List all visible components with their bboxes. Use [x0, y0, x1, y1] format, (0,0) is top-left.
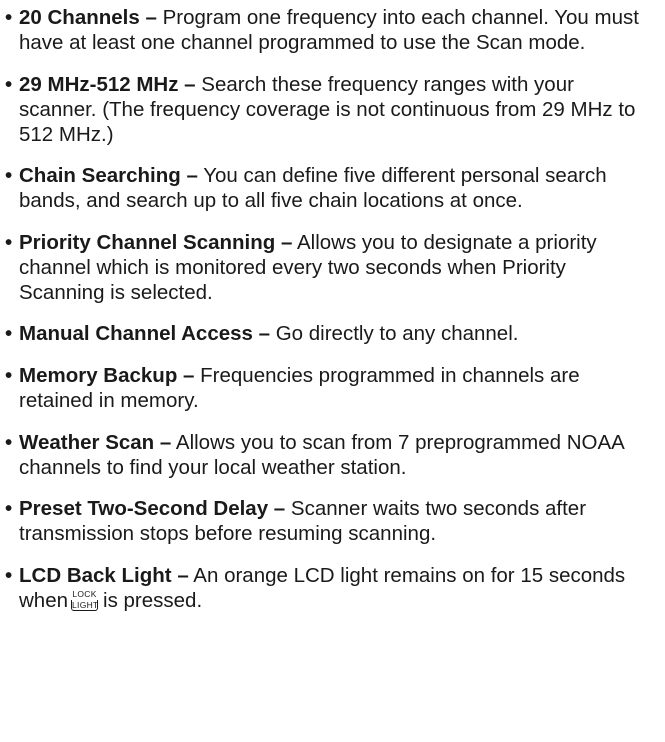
feature-description-end: is pressed.: [103, 588, 203, 612]
feature-item-manual-access: • Manual Channel Access – Go directly to…: [5, 321, 657, 346]
bullet: •: [5, 230, 13, 254]
key-label-lock: LOCK: [72, 588, 97, 599]
lock-light-key-icon: LOCK LIGHT: [71, 588, 99, 612]
feature-term: 20 Channels –: [19, 6, 157, 29]
feature-item-preset-delay: • Preset Two-Second Delay – Scanner wait…: [5, 496, 657, 546]
feature-term: 29 MHz-512 MHz –: [19, 72, 196, 96]
bullet: •: [5, 72, 13, 96]
feature-item-chain-searching: • Chain Searching – You can define five …: [5, 163, 657, 213]
feature-term: Chain Searching –: [19, 164, 198, 188]
feature-item-frequency-range: • 29 MHz-512 MHz – Search these frequenc…: [5, 72, 657, 147]
feature-term: Weather Scan –: [19, 430, 172, 454]
feature-item-memory-backup: • Memory Backup – Frequencies programmed…: [5, 363, 657, 413]
feature-item-20-channels: • 20 Channels – Program one frequency in…: [5, 5, 657, 55]
bullet: •: [5, 430, 13, 454]
bullet: •: [5, 6, 13, 29]
feature-description: Go directly to any channel.: [275, 322, 519, 346]
feature-term: Manual Channel Access –: [19, 322, 271, 346]
bullet: •: [5, 497, 13, 521]
feature-list: • 20 Channels – Program one frequency in…: [0, 0, 657, 613]
feature-term: Preset Two-Second Delay –: [19, 497, 286, 521]
key-label-light: LIGHT: [71, 599, 99, 611]
feature-term: Memory Backup –: [19, 363, 195, 387]
bullet: •: [5, 563, 13, 587]
bullet: •: [5, 363, 13, 387]
feature-term: LCD Back Light –: [19, 563, 189, 587]
feature-item-priority-scanning: • Priority Channel Scanning – Allows you…: [5, 230, 657, 305]
bullet: •: [5, 322, 13, 346]
feature-item-weather-scan: • Weather Scan – Allows you to scan from…: [5, 430, 657, 480]
feature-term: Priority Channel Scanning –: [19, 230, 293, 254]
bullet: •: [5, 164, 13, 188]
feature-item-lcd-back-light: • LCD Back Light – An orange LCD light r…: [5, 563, 657, 613]
